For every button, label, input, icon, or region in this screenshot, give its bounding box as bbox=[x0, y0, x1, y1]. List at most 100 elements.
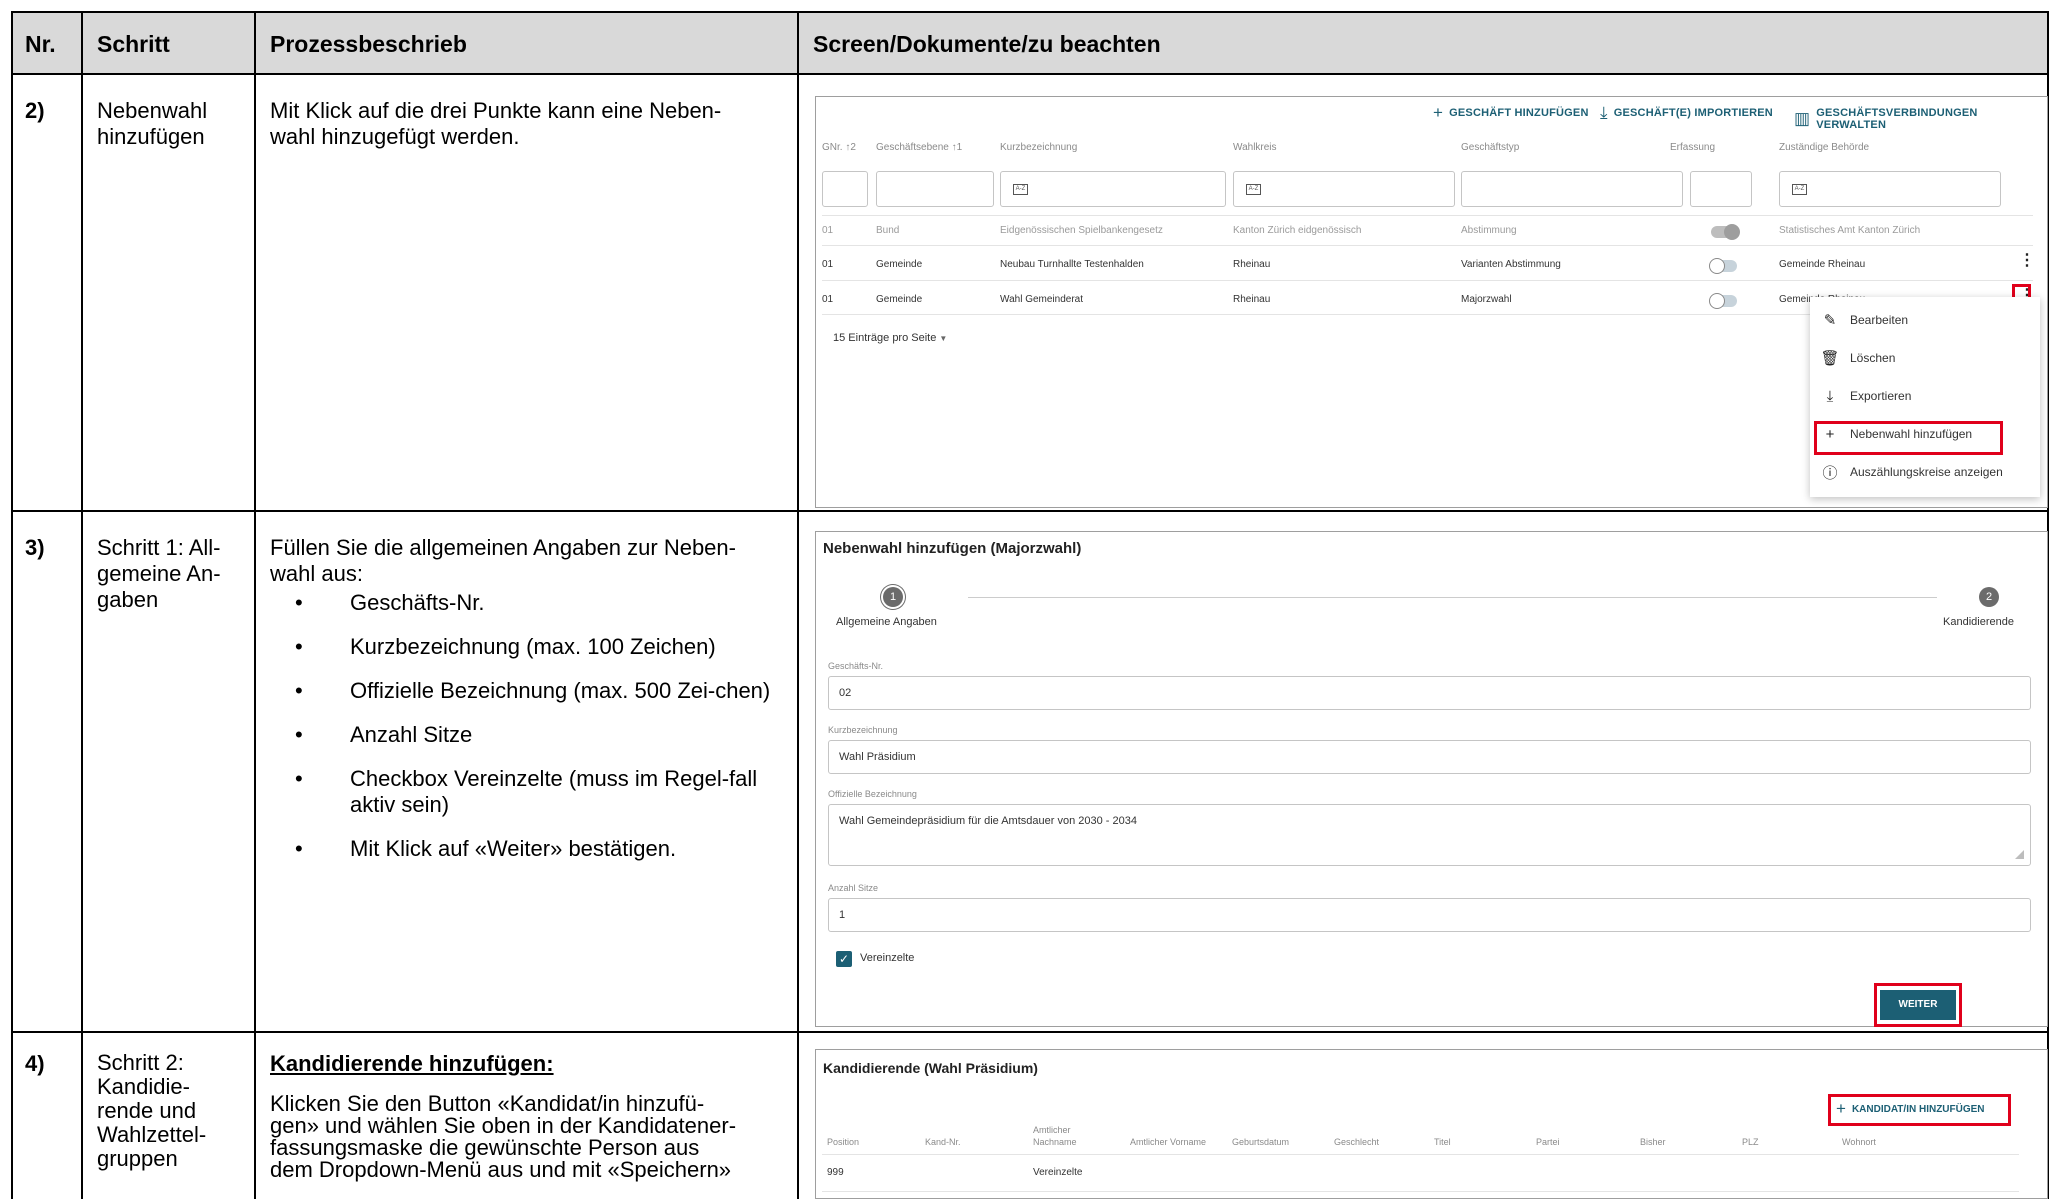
text-filter-icon: A-Z bbox=[1792, 184, 1807, 195]
info-icon: ⓘ bbox=[1822, 464, 1838, 482]
field-label: Kurzbezeichnung bbox=[828, 725, 898, 735]
section-title: Kandidierende (Wahl Präsidium) bbox=[823, 1060, 1038, 1076]
column-header[interactable]: Geschlecht bbox=[1334, 1136, 1379, 1148]
filter-erfassung-input[interactable] bbox=[1690, 171, 1752, 207]
menu-item-auszaehlungskreise[interactable]: ⓘ Auszählungskreise anzeigen bbox=[1810, 453, 2040, 491]
list-item: Checkbox Vereinzelte (muss im Regel-fall… bbox=[255, 766, 775, 818]
table-header-divider bbox=[11, 73, 2049, 75]
anzahl-sitze-input[interactable]: 1 bbox=[828, 898, 2031, 932]
header-screen: Screen/Dokumente/zu beachten bbox=[813, 31, 1161, 57]
erfassung-toggle[interactable] bbox=[1709, 293, 1737, 309]
process-bullet-list: Geschäfts-Nr. Kurzbezeichnung (max. 100 … bbox=[255, 590, 775, 880]
menu-item-loeschen[interactable]: 🗑 Löschen bbox=[1810, 339, 2040, 377]
step-indicator[interactable]: 1 bbox=[883, 587, 903, 607]
plus-icon: + bbox=[1433, 103, 1444, 122]
process-description: Klicken Sie den Button «Kandidat/in hinz… bbox=[270, 1091, 737, 1182]
add-geschaeft-button[interactable]: + GESCHÄFT HINZUFÜGEN bbox=[1433, 103, 1589, 122]
column-header[interactable]: Amtlicher Nachname bbox=[1033, 1124, 1103, 1148]
erfassung-toggle[interactable] bbox=[1709, 258, 1737, 274]
column-header-wahlkreis[interactable]: Wahlkreis bbox=[1233, 142, 1277, 153]
field-label: Offizielle Bezeichnung bbox=[828, 789, 917, 799]
column-header[interactable]: Kand-Nr. bbox=[925, 1136, 961, 1148]
row-divider bbox=[11, 510, 2049, 512]
list-item: Offizielle Bezeichnung (max. 500 Zei-che… bbox=[255, 678, 775, 704]
row-number: 4) bbox=[25, 1051, 45, 1076]
text-filter-icon: A-Z bbox=[1013, 184, 1028, 195]
text-filter-icon: A-Z bbox=[1246, 184, 1261, 195]
download-icon: ⤓ bbox=[1600, 103, 1608, 122]
filter-typ-input[interactable] bbox=[1461, 171, 1683, 207]
step-label: Kandidierende bbox=[1943, 616, 2014, 628]
row-number: 3) bbox=[25, 535, 45, 560]
highlight-nebenwahl bbox=[1814, 421, 2003, 455]
screenshot-nebenwahl-form: Nebenwahl hinzufügen (Majorzwahl) 1 Allg… bbox=[815, 531, 2048, 1027]
offizielle-bezeichnung-textarea[interactable]: Wahl Gemeindepräsidium für die Amtsdauer… bbox=[828, 804, 2031, 866]
more-vertical-icon[interactable]: ⋮ bbox=[2019, 253, 2035, 269]
column-header[interactable]: PLZ bbox=[1742, 1136, 1759, 1148]
manage-connections-button[interactable]: ▥ GESCHÄFTSVERBINDUNGEN VERWALTEN bbox=[1794, 107, 2047, 131]
table-border-top bbox=[11, 11, 2049, 13]
vereinzelte-checkbox[interactable]: ✓ bbox=[836, 951, 852, 967]
column-header-behoerde[interactable]: Zuständige Behörde bbox=[1779, 142, 1869, 153]
process-description: Mit Klick auf die drei Punkte kann eine … bbox=[270, 98, 722, 149]
column-header-gnr[interactable]: GNr. ↑2 bbox=[822, 142, 856, 153]
filter-behoerde-input[interactable]: A-Z bbox=[1779, 171, 2001, 207]
column-header[interactable]: Position bbox=[827, 1136, 859, 1148]
highlight-weiter bbox=[1874, 983, 1962, 1027]
screenshot-geschaefte-list: + GESCHÄFT HINZUFÜGEN ⤓ GESCHÄFT(E) IMPO… bbox=[815, 96, 2048, 508]
context-menu: ✎ Bearbeiten 🗑 Löschen ⤓ Exportieren + Neben… bbox=[1810, 297, 2040, 497]
column-header-typ[interactable]: Geschäftstyp bbox=[1461, 142, 1519, 153]
header-prozess: Prozessbeschrieb bbox=[270, 31, 467, 57]
menu-item-bearbeiten[interactable]: ✎ Bearbeiten bbox=[1810, 301, 2040, 339]
step-name: Nebenwahl hinzufügen bbox=[97, 98, 208, 149]
column-header[interactable]: Geburtsdatum bbox=[1232, 1136, 1289, 1148]
menu-item-exportieren[interactable]: ⤓ Exportieren bbox=[1810, 377, 2040, 415]
erfassung-toggle[interactable] bbox=[1711, 224, 1740, 240]
checkmark-icon: ✓ bbox=[838, 952, 850, 966]
process-description: Füllen Sie die allgemeinen Angaben zur N… bbox=[270, 535, 736, 586]
kurzbezeichnung-input[interactable]: Wahl Präsidium bbox=[828, 740, 2031, 774]
step-name: Schritt 1: All-gemeine An-gaben bbox=[97, 535, 221, 612]
step-indicator[interactable]: 2 bbox=[1979, 587, 1999, 607]
stepper-line bbox=[968, 597, 1937, 598]
geschaefts-nr-input[interactable]: 02 bbox=[828, 676, 2031, 710]
rows-per-page-select[interactable]: 15 Einträge pro Seite ▼ bbox=[833, 332, 947, 344]
column-header[interactable]: Wohnort bbox=[1842, 1136, 1876, 1148]
trash-icon: 🗑 bbox=[1820, 350, 1840, 367]
filter-ebene-input[interactable] bbox=[876, 171, 994, 207]
row-divider bbox=[11, 1031, 2049, 1033]
chevron-down-icon: ▼ bbox=[939, 334, 948, 343]
process-heading: Kandidierende hinzufügen: bbox=[270, 1051, 554, 1076]
column-header-ebene[interactable]: Geschäftsebene ↑1 bbox=[876, 142, 962, 153]
resize-handle-icon[interactable] bbox=[2015, 850, 2024, 859]
filter-wahlkreis-input[interactable]: A-Z bbox=[1233, 171, 1455, 207]
dialog-title: Nebenwahl hinzufügen (Majorzwahl) bbox=[823, 540, 1082, 557]
column-header[interactable]: Bisher bbox=[1640, 1136, 1666, 1148]
column-header-erfassung[interactable]: Erfassung bbox=[1670, 142, 1715, 153]
screenshot-kandidierende: Kandidierende (Wahl Präsidium) + KANDIDA… bbox=[815, 1049, 2048, 1199]
field-label: Geschäfts-Nr. bbox=[828, 661, 884, 671]
step-name: Schritt 2: Kandidie-rende und Wahlzettel-g… bbox=[97, 1050, 207, 1171]
column-divider bbox=[797, 11, 799, 1199]
column-header-kurz[interactable]: Kurzbezeichnung bbox=[1000, 142, 1077, 153]
table-border-left bbox=[11, 11, 13, 1199]
pencil-icon: ✎ bbox=[1823, 312, 1837, 329]
header-nr: Nr. bbox=[25, 31, 56, 57]
row-number: 2) bbox=[25, 98, 45, 123]
column-divider bbox=[81, 11, 83, 1199]
column-header[interactable]: Partei bbox=[1536, 1136, 1560, 1148]
download-icon: ⤓ bbox=[1826, 387, 1834, 405]
list-item: Mit Klick auf «Weiter» bestätigen. bbox=[255, 836, 775, 862]
list-item: Anzahl Sitze bbox=[255, 722, 775, 748]
list-item: Kurzbezeichnung (max. 100 Zeichen) bbox=[255, 634, 775, 660]
filter-gnr-input[interactable] bbox=[822, 171, 868, 207]
filter-kurz-input[interactable]: A-Z bbox=[1000, 171, 1226, 207]
checkbox-label: Vereinzelte bbox=[860, 952, 915, 964]
list-item: Geschäfts-Nr. bbox=[255, 590, 775, 616]
building-icon: ▥ bbox=[1794, 109, 1811, 128]
step-label: Allgemeine Angaben bbox=[836, 616, 937, 628]
header-schritt: Schritt bbox=[97, 31, 170, 57]
import-geschaeft-button[interactable]: ⤓ GESCHÄFT(E) IMPORTIEREN bbox=[1600, 103, 1773, 122]
column-header[interactable]: Amtlicher Vorname bbox=[1130, 1136, 1206, 1148]
column-header[interactable]: Titel bbox=[1434, 1136, 1451, 1148]
